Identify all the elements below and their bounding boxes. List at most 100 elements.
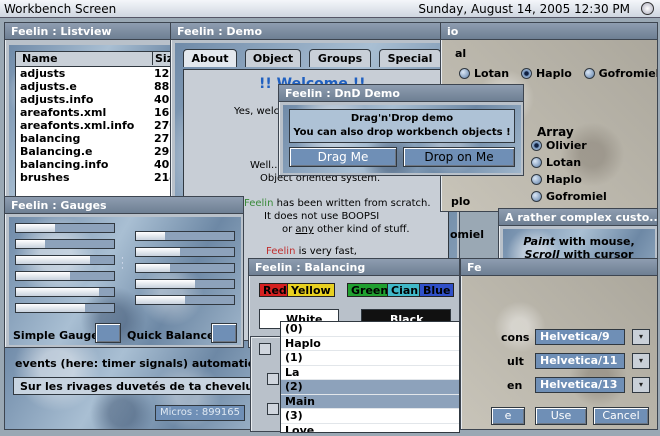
custom-title-bar[interactable]: A rather complex custo...: [499, 209, 657, 226]
chip-green[interactable]: Green: [347, 283, 393, 297]
list-item[interactable]: (2): [281, 380, 459, 395]
table-row[interactable]: adjusts.e 88: [16, 80, 170, 93]
gauge-fill: [136, 232, 166, 240]
simple-gauge-box[interactable]: [95, 323, 121, 343]
quick-balance-box[interactable]: [211, 323, 237, 343]
gauge-bar: [15, 287, 115, 297]
radio-array-olivier[interactable]: [531, 140, 542, 151]
list-item[interactable]: (1): [281, 351, 459, 366]
gauges-title-bar[interactable]: Feelin : Gauges: [5, 197, 243, 214]
table-row[interactable]: areafonts.xml.info 270: [16, 119, 170, 132]
file-name: balancing: [20, 132, 81, 145]
radio-gofromiel[interactable]: [583, 68, 595, 79]
popup-arrow-icon[interactable]: ▾: [632, 353, 650, 369]
array-group: Olivier Lotan Haplo Gofromiel: [531, 139, 607, 207]
file-name: Balancing.e: [20, 145, 93, 158]
radio-lotan[interactable]: [459, 68, 470, 79]
font-label-1: cons: [501, 331, 530, 344]
list-item[interactable]: Main: [281, 394, 459, 409]
about-line-well: Well...: [250, 160, 281, 171]
table-row[interactable]: Balancing.e 296: [16, 145, 170, 158]
gauge-bar: [135, 231, 235, 241]
slider-knob-1[interactable]: [267, 373, 279, 385]
popup-arrow-icon[interactable]: ▾: [632, 377, 650, 393]
list-item[interactable]: La: [281, 366, 459, 380]
listview-window[interactable]: Feelin : Listview Name Size adjusts128ad…: [4, 22, 174, 202]
table-row[interactable]: balancing.info 402: [16, 158, 170, 171]
file-name: brushes: [20, 171, 70, 184]
fonts-window[interactable]: Fe cons Helvetica/9 ▾ ult Helvetica/11 ▾ e…: [460, 258, 658, 430]
radio-array-haplo[interactable]: [531, 174, 542, 185]
file-name: areafonts.xml.info: [20, 119, 135, 132]
gauge-divider-icon[interactable]: · · ·: [121, 255, 124, 274]
file-name: balancing.info: [20, 158, 109, 171]
font-combo-2[interactable]: Helvetica/11 ▾: [535, 353, 650, 369]
brand-feelin: Feelin: [244, 198, 274, 209]
popup-arrow-icon[interactable]: ▾: [632, 329, 650, 345]
column-size-header[interactable]: Size: [152, 52, 170, 65]
gauge-fill: [136, 280, 195, 288]
gauge-bar: [15, 271, 115, 281]
drag-me-button[interactable]: Drag Me: [289, 147, 397, 167]
font-combo-3[interactable]: Helvetica/13 ▾: [535, 377, 650, 393]
gauges-window[interactable]: Feelin : Gauges · · · Simple Gauge Quick B…: [4, 196, 244, 348]
radio-array-gofromiel[interactable]: [531, 191, 542, 202]
gauge-fill: [16, 304, 85, 312]
file-size: 166: [154, 106, 170, 119]
file-name: adjusts.e: [20, 80, 77, 93]
font-combo-1[interactable]: Helvetica/9 ▾: [535, 329, 650, 345]
radios-label-top: al: [455, 47, 467, 60]
tab-groups[interactable]: Groups: [309, 49, 371, 67]
radio-haplo[interactable]: [520, 68, 532, 79]
listview-header[interactable]: Name Size: [16, 52, 170, 67]
drop-on-me-button[interactable]: Drop on Me: [403, 147, 515, 167]
file-size: 402: [154, 158, 170, 171]
list-item[interactable]: (0): [281, 322, 459, 337]
cancel-button[interactable]: Cancel: [593, 407, 649, 425]
list-item[interactable]: Haplo: [281, 337, 459, 351]
bottom-window[interactable]: events (here: timer signals) automatical…: [4, 340, 264, 430]
dnd-window[interactable]: Feelin : DnD Demo Drag'n'Drop demo You c…: [278, 84, 524, 176]
table-row[interactable]: adjusts.info 402: [16, 93, 170, 106]
file-size: 128: [154, 67, 170, 80]
dnd-title-bar[interactable]: Feelin : DnD Demo: [279, 85, 523, 102]
checkbox-1[interactable]: [259, 343, 271, 355]
tab-special[interactable]: Special: [379, 49, 441, 67]
radios-title-bar[interactable]: io: [441, 23, 657, 40]
screen-clock: Sunday, August 14, 2005 12:30 PM: [418, 2, 630, 16]
rivages-string[interactable]: Sur les rivages duvetés de ta chevelure: [13, 377, 263, 395]
use-button[interactable]: Use: [535, 407, 587, 425]
demo-title-bar[interactable]: Feelin : Demo: [171, 23, 459, 40]
radio-array-lotan[interactable]: [531, 157, 542, 168]
listview-title-bar[interactable]: Feelin : Listview: [5, 23, 173, 40]
slider-knob-2[interactable]: [267, 403, 279, 415]
column-name-header[interactable]: Name: [22, 52, 58, 65]
gauge-bar: [15, 255, 115, 265]
dnd-message: Drag'n'Drop demo You can also drop workb…: [289, 109, 515, 143]
chip-blue[interactable]: Blue: [419, 283, 455, 297]
screen-title-bar[interactable]: Workbench Screen Sunday, August 14, 2005…: [0, 0, 660, 18]
depth-gadget-icon[interactable]: [641, 2, 654, 15]
list-item[interactable]: (3): [281, 409, 459, 424]
balancing-title-bar[interactable]: Feelin : Balancing: [249, 259, 459, 276]
chip-yellow[interactable]: Yellow: [287, 283, 335, 297]
table-row[interactable]: areafonts.xml 166: [16, 106, 170, 119]
chip-cian[interactable]: Cian: [387, 283, 423, 297]
gauge-fill: [136, 248, 181, 256]
popup-list[interactable]: (0) Haplo (1) La (2) Main (3) Love: [280, 321, 460, 433]
save-button[interactable]: e: [491, 407, 525, 425]
tab-about[interactable]: About: [183, 49, 237, 67]
gauge-fill: [16, 272, 70, 280]
list-item[interactable]: Love: [281, 424, 459, 433]
table-row[interactable]: brushes 214: [16, 171, 170, 184]
file-size: 270: [154, 119, 170, 132]
table-row[interactable]: balancing 278: [16, 132, 170, 145]
table-row[interactable]: adjusts 128: [16, 67, 170, 80]
underlying-window[interactable]: [250, 336, 284, 432]
gauge-bar: [15, 223, 115, 233]
font-label-2: ult: [507, 355, 524, 368]
fonts-title-bar[interactable]: Fe: [461, 259, 657, 276]
gauge-bar: [135, 247, 235, 257]
listview-list[interactable]: Name Size adjusts128adjusts.e88adjusts.i…: [15, 51, 171, 201]
tab-object[interactable]: Object: [245, 49, 301, 67]
